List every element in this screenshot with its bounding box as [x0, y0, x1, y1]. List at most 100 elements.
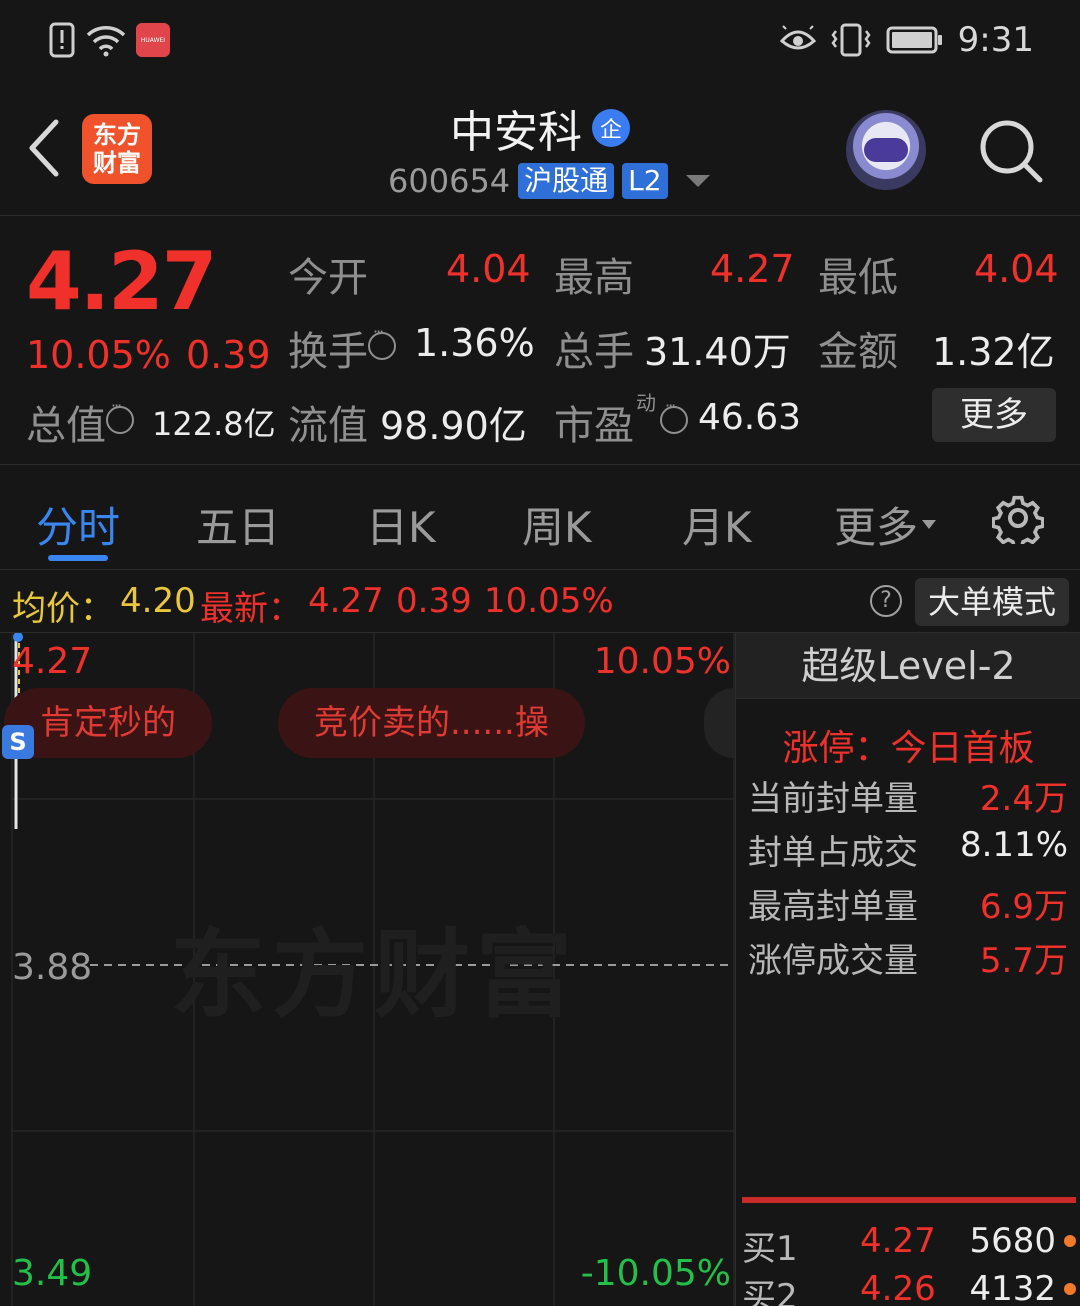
- gear-icon[interactable]: [992, 492, 1044, 544]
- high-label: 最高: [554, 255, 634, 301]
- pe-value: 46.63: [698, 397, 802, 438]
- status-left-icons: HUAWEI: [48, 22, 170, 58]
- stock-name: 中安科: [450, 107, 582, 158]
- battery-icon: [886, 26, 942, 54]
- level2-header[interactable]: 超级Level-2: [736, 633, 1080, 699]
- price-axis-bottom: 3.49: [12, 1253, 93, 1294]
- level2-row-value: 6.9万: [979, 887, 1068, 927]
- mkt-cap-label[interactable]: 总值: [26, 393, 134, 451]
- status-time: 9:31: [957, 20, 1034, 60]
- latest-label: 最新：: [200, 589, 302, 629]
- low-label: 最低: [818, 255, 898, 301]
- level2-row: 最高封单量 6.9万: [748, 879, 1068, 928]
- intraday-info-strip: 均价： 4.20 最新： 4.27 0.39 10.05% ? 大单模式: [0, 571, 1080, 633]
- turnover-label[interactable]: 换手: [288, 319, 396, 377]
- pe-dynamic-mark: 动: [636, 391, 656, 415]
- level2-row-label: 最高封单量: [748, 887, 918, 927]
- order-qty: 5680: [969, 1221, 1056, 1261]
- level2-row-value: 5.7万: [979, 941, 1068, 981]
- order-price: 4.26: [860, 1269, 936, 1306]
- quote-panel: 4.27 10.05% 0.39 今开 4.04 最高 4.27 最低 4.04…: [0, 217, 1080, 465]
- tab-daily-k[interactable]: 日K: [366, 494, 436, 555]
- level2-row-value: 8.11%: [959, 825, 1068, 865]
- assistant-robot-avatar[interactable]: [846, 110, 926, 190]
- avg-price-label: 均价：: [12, 589, 114, 629]
- chevron-down-icon[interactable]: [685, 175, 710, 187]
- change-percent: 10.05%: [26, 333, 171, 377]
- open-value: 4.04: [446, 247, 531, 291]
- latest-percent: 10.05%: [484, 581, 614, 621]
- level2-row-label: 封单占成交: [748, 833, 918, 873]
- help-icon[interactable]: ?: [870, 585, 902, 617]
- percent-axis-bottom: -10.05%: [580, 1253, 731, 1294]
- open-label: 今开: [288, 255, 368, 301]
- big-order-mode-button[interactable]: 大单模式: [915, 578, 1069, 626]
- float-cap-label: 流值: [288, 403, 368, 449]
- level2-panel: 超级Level-2 涨停：今日首板 当前封单量 2.4万 封单占成交 8.11%…: [735, 633, 1080, 1306]
- order-qty: 4132: [969, 1269, 1056, 1306]
- stock-subline[interactable]: 600654 沪股通 L2: [388, 162, 710, 200]
- info-icon[interactable]: [106, 396, 134, 434]
- comment-bubble[interactable]: 竞价卖的......操: [278, 688, 585, 758]
- latest-price: 4.27: [308, 581, 384, 621]
- tab-five-day[interactable]: 五日: [196, 494, 280, 555]
- level2-row: 封单占成交 8.11%: [748, 825, 1068, 874]
- connect-tag: 沪股通: [518, 163, 615, 199]
- tab-monthly-k[interactable]: 月K: [682, 494, 752, 555]
- tab-intraday[interactable]: 分时: [36, 494, 120, 555]
- watermark: 东方财富: [170, 919, 578, 1031]
- level2-row: 涨停成交量 5.7万: [748, 933, 1068, 982]
- tab-active-indicator: [48, 555, 108, 561]
- avg-price-value: 4.20: [120, 581, 196, 621]
- volume-value: 31.40万: [644, 330, 791, 374]
- info-icon[interactable]: [660, 396, 688, 434]
- comment-bubble[interactable]: 肯定秒的: [4, 688, 212, 758]
- enterprise-badge: 企: [592, 109, 630, 147]
- stock-header: 东方 财富 中安科 企 600654 沪股通 L2: [0, 82, 1080, 216]
- intraday-chart[interactable]: 东方财富 4.27 10.05% 3.88 3.49 -10.05% 肯定秒的 …: [0, 633, 764, 1306]
- tab-weekly-k[interactable]: 周K: [522, 494, 592, 555]
- order-book-row: 买2 4.26 4132: [742, 1269, 1076, 1306]
- order-price: 4.27: [860, 1221, 936, 1261]
- sell-marker[interactable]: S: [2, 725, 34, 759]
- level2-row-label: 涨停成交量: [748, 941, 918, 981]
- huawei-app-icon: HUAWEI: [136, 23, 170, 57]
- more-quote-button[interactable]: 更多: [932, 388, 1056, 442]
- order-side: 买2: [742, 1277, 798, 1306]
- tab-more[interactable]: 更多: [834, 494, 937, 555]
- mkt-cap-value: 122.8亿: [152, 405, 276, 443]
- amount-value: 1.32亿: [932, 330, 1055, 374]
- low-value: 4.04: [974, 247, 1059, 291]
- price-axis-top: 4.27: [12, 641, 93, 682]
- status-right-icons: 9:31: [779, 20, 1034, 60]
- price-axis-mid: 3.88: [12, 947, 93, 988]
- mkt-cap-label-text: 总值: [26, 403, 106, 449]
- order-book-row: 买1 4.27 5680: [742, 1221, 1076, 1269]
- amount-label: 金额: [818, 329, 898, 375]
- level2-row-value: 2.4万: [979, 779, 1068, 819]
- wifi-icon: [86, 26, 126, 57]
- limit-up-title: 涨停：今日首板: [782, 728, 1035, 769]
- level2-row: 当前封单量 2.4万: [748, 771, 1068, 820]
- eye-icon: [779, 25, 816, 50]
- vibrate-icon: [831, 23, 871, 57]
- level2-row-label: 当前封单量: [748, 779, 918, 819]
- order-dot-icon: [1064, 1235, 1076, 1247]
- volume-label: 总手: [554, 329, 634, 375]
- level-tag: L2: [622, 163, 668, 199]
- current-price: 4.27: [26, 235, 217, 328]
- chart-tabs: 分时 五日 日K 周K 月K 更多: [0, 466, 1080, 570]
- order-side: 买1: [742, 1229, 798, 1269]
- pe-label[interactable]: 市盈: [554, 393, 688, 451]
- caret-down-icon: [922, 520, 937, 529]
- change-amount: 0.39: [186, 333, 271, 377]
- tab-more-label: 更多: [834, 503, 919, 552]
- stock-code: 600654: [388, 162, 511, 200]
- sim-alert-icon: [49, 22, 75, 58]
- float-cap-value: 98.90亿: [380, 404, 527, 448]
- search-icon[interactable]: [978, 118, 1044, 184]
- pe-label-text: 市盈: [554, 403, 634, 449]
- percent-axis-top: 10.05%: [593, 641, 731, 682]
- order-book-divider: [742, 1197, 1076, 1203]
- info-icon[interactable]: [368, 322, 396, 360]
